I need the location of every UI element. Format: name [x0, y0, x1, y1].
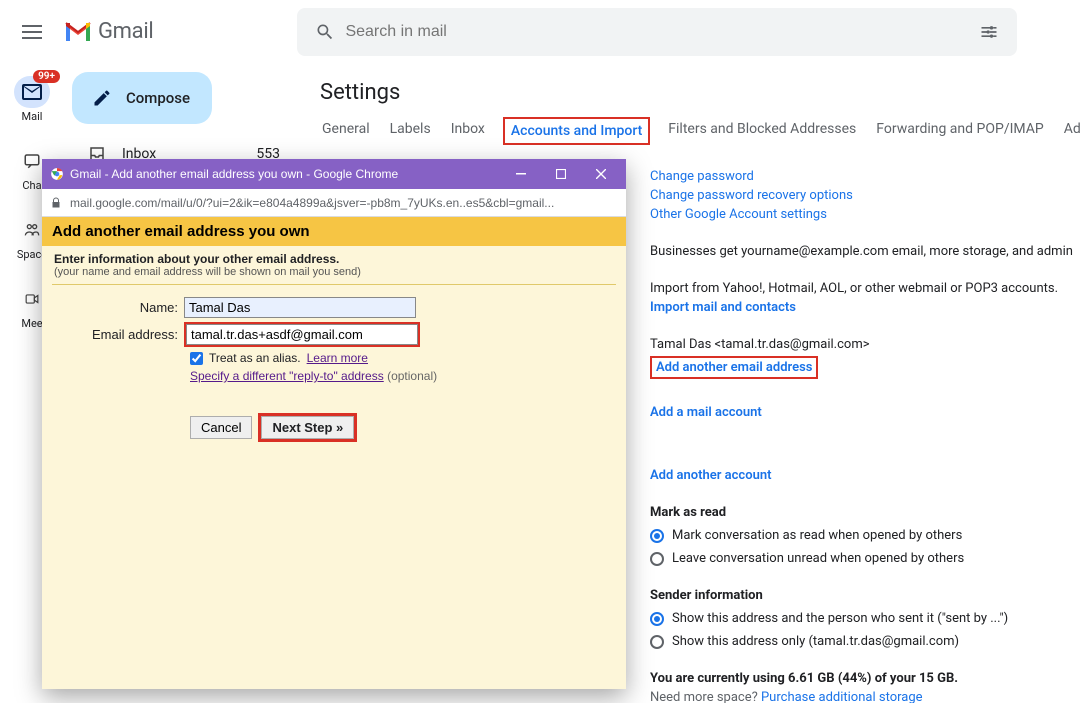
tab-accounts-import[interactable]: Accounts and Import [503, 117, 650, 145]
radio-icon [650, 612, 664, 626]
reply-to-row: Specify a different "reply-to" address (… [190, 369, 614, 383]
popup-add-email: Gmail - Add another email address you ow… [42, 159, 626, 689]
storage-sub: Need more space? Purchase additional sto… [650, 690, 1080, 703]
gmail-logo[interactable]: Gmail [64, 19, 153, 44]
radio-mark-read[interactable]: Mark conversation as read when opened by… [650, 528, 1080, 543]
settings-tabs: General Labels Inbox Accounts and Import… [320, 117, 1080, 151]
popup-heading: Add another email address you own [42, 217, 626, 246]
alias-label: Treat as an alias. [209, 351, 301, 365]
rail-item-mail[interactable]: 99+ Mail [14, 76, 50, 123]
tab-inbox[interactable]: Inbox [449, 117, 487, 145]
form-row-name: Name: [54, 297, 614, 318]
app-header: Gmail [0, 0, 1080, 64]
next-step-highlight: Next Step » [258, 413, 357, 442]
email-input[interactable] [186, 324, 418, 345]
link-purchase-storage[interactable]: Purchase additional storage [761, 690, 923, 703]
lock-icon [50, 197, 62, 209]
search-icon[interactable] [305, 22, 345, 42]
maximize-icon[interactable] [544, 159, 578, 189]
radio-icon [650, 552, 664, 566]
popup-subtitle: Enter information about your other email… [54, 252, 614, 266]
tune-icon[interactable] [969, 22, 1009, 42]
compose-button[interactable]: Compose [72, 72, 212, 124]
popup-title: Gmail - Add another email address you ow… [70, 167, 498, 181]
name-input[interactable] [184, 297, 416, 318]
menu-icon[interactable] [8, 8, 56, 56]
compose-label: Compose [126, 89, 190, 107]
link-other-account-settings[interactable]: Other Google Account settings [650, 207, 1080, 222]
link-add-another-email[interactable]: Add another email address [656, 360, 812, 375]
tab-general[interactable]: General [320, 117, 372, 145]
user-identity: Tamal Das <tamal.tr.das@gmail.com> [650, 337, 1080, 352]
chrome-icon [50, 167, 64, 181]
link-reply-to[interactable]: Specify a different "reply-to" address [190, 369, 384, 383]
radio-icon [650, 635, 664, 649]
form-row-email: Email address: [54, 322, 614, 347]
pencil-icon [92, 88, 112, 108]
link-learn-more[interactable]: Learn more [307, 351, 368, 365]
tab-filters[interactable]: Filters and Blocked Addresses [666, 117, 858, 145]
settings-title: Settings [320, 80, 1080, 105]
logo-text: Gmail [98, 19, 153, 44]
link-add-mail-account[interactable]: Add a mail account [650, 405, 1080, 420]
close-icon[interactable] [584, 159, 618, 189]
storage-line: You are currently using 6.61 GB (44%) of… [650, 671, 1080, 686]
minimize-icon[interactable] [504, 159, 538, 189]
radio-show-address-only[interactable]: Show this address only (tamal.tr.das@gma… [650, 634, 1080, 649]
mail-badge: 99+ [33, 70, 60, 83]
popup-url-text: mail.google.com/mail/u/0/?ui=2&ik=e804a4… [70, 196, 554, 210]
next-step-button[interactable]: Next Step » [261, 416, 354, 439]
popup-fineprint: (your name and email address will be sho… [54, 266, 614, 278]
search-input[interactable] [345, 23, 969, 41]
mark-as-read-title: Mark as read [650, 505, 1080, 520]
alias-checkbox[interactable] [190, 352, 203, 365]
radio-show-sent-by[interactable]: Show this address and the person who sen… [650, 611, 1080, 626]
radio-icon [650, 529, 664, 543]
popup-titlebar[interactable]: Gmail - Add another email address you ow… [42, 159, 626, 189]
radio-leave-unread[interactable]: Leave conversation unread when opened by… [650, 551, 1080, 566]
tab-addons[interactable]: Add-ons [1062, 117, 1080, 145]
search-bar[interactable] [297, 8, 1017, 56]
sender-info-title: Sender information [650, 588, 1080, 603]
tab-forwarding[interactable]: Forwarding and POP/IMAP [874, 117, 1045, 145]
popup-address-bar[interactable]: mail.google.com/mail/u/0/?ui=2&ik=e804a4… [42, 189, 626, 217]
business-text: Businesses get yourname@example.com emai… [650, 244, 1080, 259]
rail-label: Mail [22, 110, 43, 123]
link-change-recovery[interactable]: Change password recovery options [650, 188, 1080, 203]
tab-labels[interactable]: Labels [388, 117, 433, 145]
import-text: Import from Yahoo!, Hotmail, AOL, or oth… [650, 281, 1080, 296]
link-change-password[interactable]: Change password [650, 169, 1080, 184]
link-import-mail[interactable]: Import mail and contacts [650, 300, 1080, 315]
alias-row[interactable]: Treat as an alias. Learn more [190, 351, 614, 365]
link-add-another-account[interactable]: Add another account [650, 468, 1080, 483]
email-label: Email address: [54, 327, 184, 342]
cancel-button[interactable]: Cancel [190, 416, 252, 439]
name-label: Name: [54, 300, 184, 315]
